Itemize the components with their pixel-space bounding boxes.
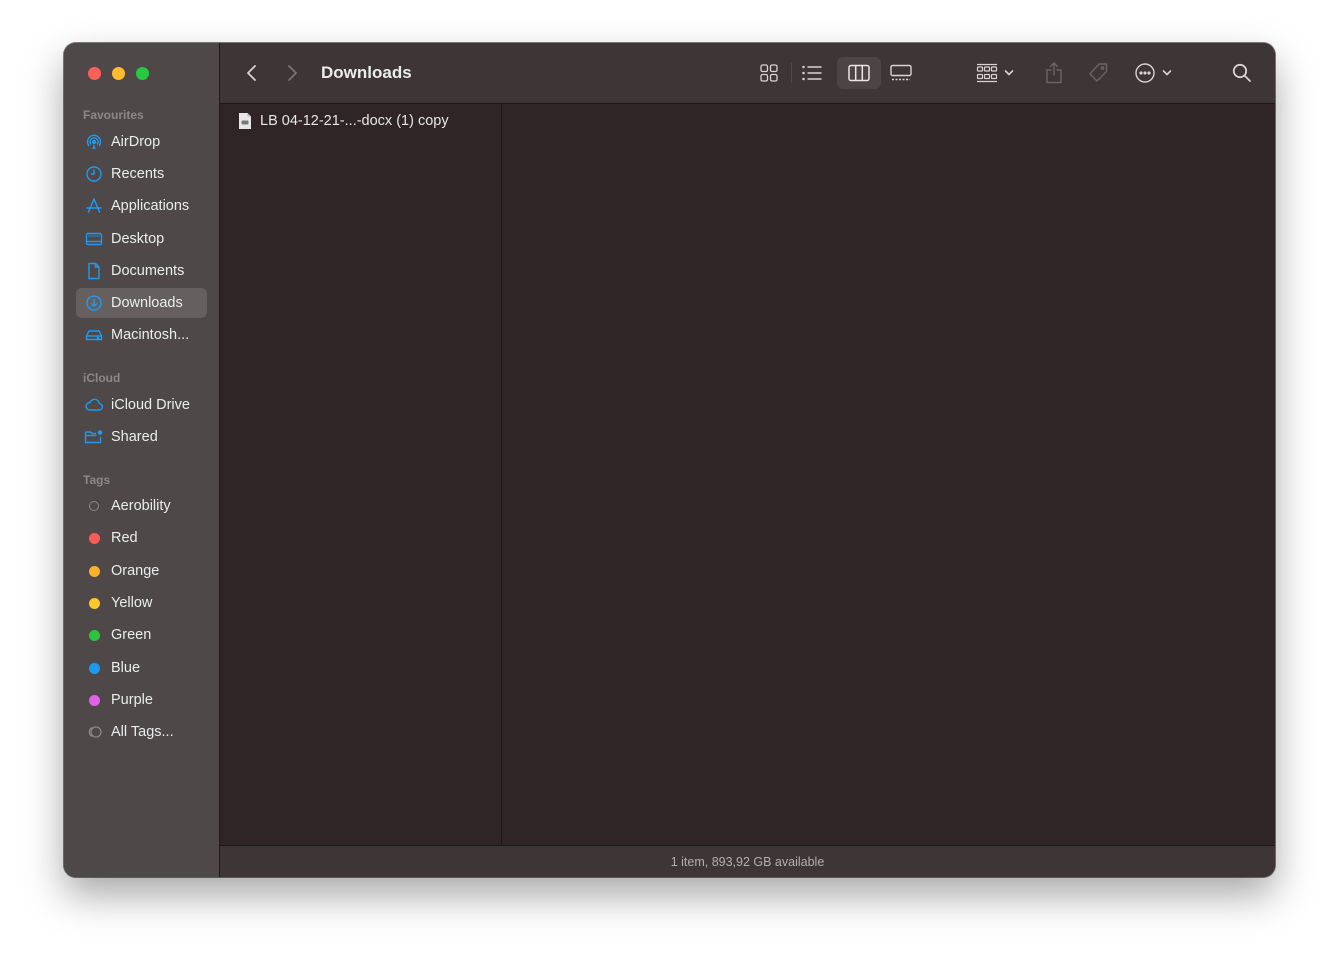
sidebar-item-label: Red [111, 530, 138, 546]
red-tag-icon [84, 528, 104, 548]
sidebar-item-label: Documents [111, 263, 185, 279]
columns-icon [848, 64, 870, 82]
sidebar-item-label: Shared [111, 429, 158, 445]
share-icon [1046, 62, 1062, 84]
icloud-header: iCloud [83, 371, 121, 385]
sidebar-item-downloads[interactable]: Downloads [76, 288, 207, 318]
download-icon [84, 293, 104, 313]
status-text: 1 item, 893,92 GB available [670, 854, 825, 869]
sidebar-item-label: Blue [111, 660, 141, 676]
sidebar-tag-green[interactable]: Green [76, 620, 207, 650]
back-button[interactable] [240, 57, 264, 89]
tag-outline-icon [84, 496, 104, 516]
document-file-icon [239, 113, 251, 129]
sidebar-item-label: Purple [111, 692, 153, 708]
sidebar-tag-yellow[interactable]: Yellow [76, 588, 207, 618]
status-bar: 1 item, 893,92 GB available [220, 845, 1275, 877]
tag-button[interactable] [1082, 57, 1114, 89]
sidebar-item-label: Recents [111, 166, 165, 182]
sidebar-item-shared[interactable]: Shared [76, 422, 207, 452]
column-view-button[interactable] [837, 57, 881, 89]
sidebar-item-applications[interactable]: Applications [76, 191, 207, 221]
blue-tag-icon [84, 658, 104, 678]
sidebar-tag-orange[interactable]: Orange [76, 556, 207, 586]
sidebar-item-airdrop[interactable]: AirDrop [76, 127, 207, 157]
orange-tag-icon [84, 561, 104, 581]
search-button[interactable] [1226, 57, 1258, 89]
list-icon [802, 65, 822, 81]
icon-view-button[interactable] [751, 57, 787, 89]
window-title: Downloads [321, 63, 412, 82]
toolbar: Downloads [220, 43, 1275, 104]
more-button[interactable] [1128, 57, 1178, 89]
sidebar-item-desktop[interactable]: Desktop [76, 224, 207, 254]
share-button[interactable] [1038, 57, 1070, 89]
all-tags-icon [84, 722, 104, 742]
forward-button[interactable] [280, 57, 304, 89]
window-controls [88, 67, 149, 80]
sidebar-item-label: iCloud Drive [111, 397, 190, 413]
sidebar-item-label: Macintosh... [111, 327, 190, 343]
toolbar-divider [791, 63, 792, 83]
sidebar-item-recents[interactable]: Recents [76, 159, 207, 189]
column-browser: LB 04-12-21-...-docx (1) copy [220, 104, 1275, 846]
sidebar-item-label: Aerobility [111, 498, 171, 514]
gallery-icon [890, 64, 912, 81]
back-icon [247, 65, 256, 81]
search-icon [1232, 63, 1251, 82]
purple-tag-icon [84, 690, 104, 710]
shared-folder-icon [84, 427, 104, 447]
file-name: LB 04-12-21-...-docx (1) copy [260, 113, 449, 129]
sidebar-item-label: All Tags... [111, 724, 174, 740]
close-button[interactable] [88, 67, 101, 80]
file-item[interactable]: LB 04-12-21-...-docx (1) copy [238, 112, 449, 130]
sidebar-item-label: Downloads [111, 295, 183, 311]
tags-header: Tags [83, 473, 111, 487]
list-view-button[interactable] [794, 57, 830, 89]
sidebar-item-macintosh[interactable]: Macintosh... [76, 320, 207, 350]
sidebar-tag-aerobility[interactable]: Aerobility [76, 491, 207, 521]
applications-icon [84, 196, 104, 216]
hard-drive-icon [84, 325, 104, 345]
finder-window: Favourites AirDrop Recents Applications … [64, 43, 1275, 877]
clock-icon [84, 164, 104, 184]
sidebar-item-documents[interactable]: Documents [76, 256, 207, 286]
tag-icon [1089, 63, 1108, 82]
sidebar-item-label: AirDrop [111, 134, 161, 150]
forward-icon [288, 65, 297, 81]
airdrop-icon [84, 132, 104, 152]
sidebar-tag-red[interactable]: Red [76, 523, 207, 553]
green-tag-icon [84, 625, 104, 645]
sidebar-item-label: Green [111, 627, 152, 643]
zoom-button[interactable] [136, 67, 149, 80]
favourites-header: Favourites [83, 108, 144, 122]
document-icon [84, 261, 104, 281]
sidebar-item-label: Yellow [111, 595, 153, 611]
gallery-view-button[interactable] [883, 57, 919, 89]
minimize-button[interactable] [112, 67, 125, 80]
sidebar-item-icloud-drive[interactable]: iCloud Drive [76, 390, 207, 420]
grid-icon [760, 64, 778, 82]
sidebar-tag-purple[interactable]: Purple [76, 685, 207, 715]
sidebar-tag-blue[interactable]: Blue [76, 653, 207, 683]
sidebar-tag-all-tags[interactable]: All Tags... [76, 717, 207, 747]
ellipsis-circle-icon [1135, 63, 1155, 83]
chevron-down-icon [1162, 70, 1172, 76]
cloud-icon [84, 395, 104, 415]
sidebar-item-label: Desktop [111, 231, 165, 247]
group-button[interactable] [970, 57, 1020, 89]
sidebar: Favourites AirDrop Recents Applications … [64, 43, 220, 877]
group-icon [976, 63, 998, 83]
sidebar-item-label: Orange [111, 563, 160, 579]
desktop-icon [84, 229, 104, 249]
chevron-down-icon [1004, 70, 1014, 76]
column-downloads: LB 04-12-21-...-docx (1) copy [220, 104, 502, 846]
sidebar-item-label: Applications [111, 198, 190, 214]
yellow-tag-icon [84, 593, 104, 613]
